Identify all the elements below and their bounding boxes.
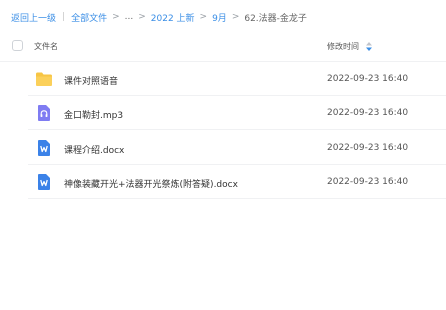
audio-file-icon bbox=[35, 104, 53, 122]
row-divider bbox=[28, 129, 446, 130]
breadcrumb-divider: | bbox=[62, 12, 66, 22]
breadcrumb-item-2022[interactable]: 2022 上新 bbox=[151, 11, 195, 24]
column-header-name[interactable]: 文件名 bbox=[34, 41, 58, 52]
file-row[interactable]: 课程介绍.docx 2022-09-23 16:40 bbox=[0, 131, 446, 165]
breadcrumb: 返回上一级 | 全部文件 > ... > 2022 上新 > 9月 > 62.法… bbox=[11, 10, 307, 24]
row-divider bbox=[28, 198, 446, 199]
chevron-right-icon: > bbox=[231, 12, 240, 22]
breadcrumb-current: 62.法器-金龙子 bbox=[244, 13, 307, 24]
word-doc-icon bbox=[35, 173, 53, 191]
file-date: 2022-09-23 16:40 bbox=[327, 143, 409, 153]
word-doc-icon bbox=[35, 139, 53, 157]
file-date: 2022-09-23 16:40 bbox=[327, 177, 409, 187]
file-date: 2022-09-23 16:40 bbox=[327, 74, 409, 84]
folder-icon bbox=[35, 70, 53, 88]
chevron-right-icon: > bbox=[199, 12, 208, 22]
file-name[interactable]: 课程介绍.docx bbox=[64, 143, 124, 156]
breadcrumb-item-september[interactable]: 9月 bbox=[212, 11, 227, 24]
file-date: 2022-09-23 16:40 bbox=[327, 108, 409, 118]
chevron-right-icon: > bbox=[112, 12, 120, 22]
back-link[interactable]: 返回上一级 bbox=[11, 11, 56, 24]
sort-icon[interactable] bbox=[366, 42, 372, 51]
column-header-date-label: 修改时间 bbox=[327, 42, 359, 51]
file-name[interactable]: 金口勒封.mp3 bbox=[64, 108, 123, 121]
file-name[interactable]: 课件对照语音 bbox=[64, 74, 118, 87]
column-header-date[interactable]: 修改时间 bbox=[327, 41, 372, 52]
select-all-checkbox[interactable] bbox=[12, 40, 23, 51]
file-row[interactable]: 神像装藏开光+法器开光祭炼(附答疑).docx 2022-09-23 16:40 bbox=[0, 165, 446, 199]
breadcrumb-ellipsis[interactable]: ... bbox=[125, 12, 134, 22]
file-row[interactable]: 课件对照语音 2022-09-23 16:40 bbox=[0, 62, 446, 96]
chevron-right-icon: > bbox=[138, 12, 146, 22]
file-row[interactable]: 金口勒封.mp3 2022-09-23 16:40 bbox=[0, 96, 446, 130]
breadcrumb-all-files[interactable]: 全部文件 bbox=[71, 11, 107, 24]
file-name[interactable]: 神像装藏开光+法器开光祭炼(附答疑).docx bbox=[64, 177, 238, 190]
